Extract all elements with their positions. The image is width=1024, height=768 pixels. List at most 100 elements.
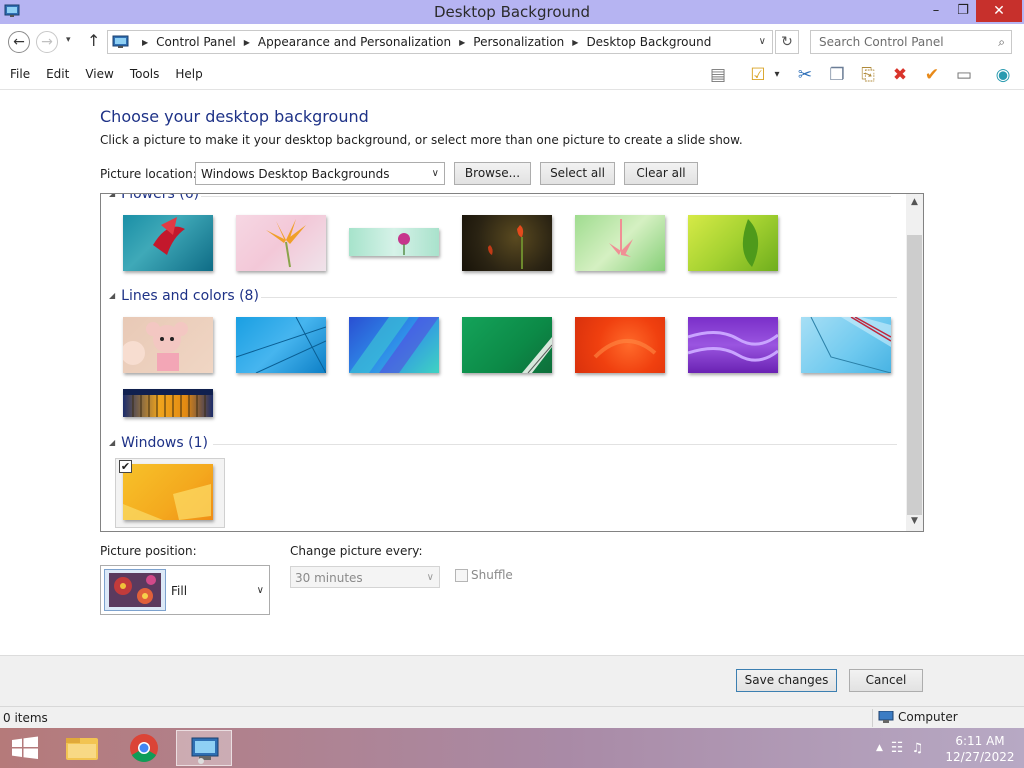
delete-icon[interactable]: ✖ (887, 63, 913, 87)
up-button[interactable]: ↑ (87, 31, 100, 50)
close-button[interactable]: ✕ (976, 0, 1022, 22)
cancel-button[interactable]: Cancel (849, 669, 923, 692)
taskbar-control-panel[interactable] (176, 730, 232, 766)
wallpaper-thumbnail[interactable] (349, 228, 439, 256)
status-bar: 0 items Computer (0, 706, 1024, 728)
status-divider (872, 709, 873, 727)
wallpaper-thumbnail[interactable] (349, 317, 439, 373)
system-clock[interactable]: 6:11 AM 12/27/2022 (940, 733, 1020, 765)
picture-location-select[interactable]: Windows Desktop Backgrounds ∨ (195, 162, 445, 185)
breadcrumb-desktop-background[interactable]: Desktop Background (586, 35, 711, 49)
paste-icon[interactable]: ⎘ (855, 63, 881, 87)
page-title: Choose your desktop background (100, 107, 369, 126)
browse-button[interactable]: Browse... (454, 162, 531, 185)
wallpaper-thumbnail[interactable] (462, 215, 552, 271)
group-divider (261, 297, 897, 298)
copy-icon[interactable]: ❐ (824, 63, 850, 87)
picture-position-value: Fill (171, 584, 188, 598)
folder-icon (66, 738, 98, 760)
leaf-image (742, 219, 759, 267)
shuffle-checkbox[interactable] (455, 569, 468, 582)
search-icon[interactable]: ⌕ (998, 35, 1005, 50)
breadcrumb-separator-icon[interactable]: ▶ (244, 38, 250, 47)
back-button[interactable]: ← (8, 31, 30, 53)
breadcrumb-control-panel[interactable]: Control Panel (156, 35, 236, 49)
volume-icon[interactable]: ♫ (911, 741, 923, 756)
group-header-windows[interactable]: ◢ Windows (1) (109, 435, 208, 451)
thumbnail-checkbox[interactable]: ✔ (119, 460, 132, 473)
layout-pane-icon[interactable]: ▤ (705, 63, 731, 87)
breadcrumb-separator-icon[interactable]: ▶ (142, 38, 148, 47)
collapse-triangle-icon: ◢ (109, 291, 116, 300)
building-image (123, 389, 213, 417)
flower-image (153, 217, 185, 255)
menu-help[interactable]: Help (169, 67, 208, 81)
clear-all-button[interactable]: Clear all (624, 162, 698, 185)
rename-icon[interactable]: ▭ (951, 63, 977, 87)
globe-icon[interactable]: ◉ (990, 63, 1016, 87)
change-picture-select[interactable]: 30 minutes ∨ (290, 566, 440, 588)
properties-icon[interactable]: ☑ (745, 63, 771, 87)
breadcrumb-separator-icon[interactable]: ▶ (459, 38, 465, 47)
group-divider (213, 444, 897, 445)
wallpaper-thumbnail[interactable] (801, 317, 891, 373)
change-picture-label: Change picture every: (290, 544, 423, 558)
scrollbar-thumb[interactable] (907, 235, 922, 515)
scroll-down-icon[interactable]: ▼ (906, 516, 923, 526)
menu-view[interactable]: View (79, 67, 119, 81)
menu-file[interactable]: File (4, 67, 36, 81)
picture-position-select[interactable]: Fill ∨ (100, 565, 270, 615)
breadcrumb-appearance-personalization[interactable]: Appearance and Personalization (258, 35, 451, 49)
cartoon-image (123, 322, 188, 371)
search-box[interactable]: ⌕ (810, 30, 1012, 54)
select-all-button[interactable]: Select all (540, 162, 615, 185)
clock-date: 12/27/2022 (945, 750, 1015, 764)
wallpaper-thumbnail[interactable] (575, 317, 665, 373)
change-picture-value: 30 minutes (295, 571, 363, 585)
group-header-flowers[interactable]: ◢ Flowers (6) (109, 194, 199, 202)
flower-preview-image (109, 573, 161, 607)
save-changes-button[interactable]: Save changes (736, 669, 837, 692)
maximize-button[interactable]: ❐ (948, 0, 978, 22)
recent-locations-button[interactable]: ▾ (66, 35, 71, 45)
wallpaper-thumbnail[interactable] (123, 464, 213, 520)
minimize-button[interactable]: – (921, 0, 951, 22)
lines-image (236, 317, 326, 373)
picture-location-value: Windows Desktop Backgrounds (201, 167, 390, 181)
taskbar-file-explorer[interactable] (56, 730, 112, 766)
show-hidden-icons-icon[interactable]: ▲ (876, 743, 883, 753)
taskbar-chrome[interactable] (116, 730, 172, 766)
refresh-button[interactable]: ↻ (775, 30, 799, 54)
breadcrumb-personalization[interactable]: Personalization (473, 35, 564, 49)
wallpaper-thumbnail[interactable] (236, 317, 326, 373)
forward-button[interactable]: → (36, 31, 58, 53)
search-input[interactable] (819, 35, 979, 49)
wallpaper-thumbnail[interactable] (688, 317, 778, 373)
menu-tools[interactable]: Tools (124, 67, 166, 81)
menu-edit[interactable]: Edit (40, 67, 75, 81)
wallpaper-thumbnail[interactable] (123, 389, 213, 417)
group-header-lines-and-colors[interactable]: ◢ Lines and colors (8) (109, 288, 259, 304)
checkmark-icon[interactable]: ✔ (919, 63, 945, 87)
breadcrumb-separator-icon[interactable]: ▶ (572, 38, 578, 47)
navigation-bar: ← → ▾ ↑ ▶ Control Panel ▶ Appearance and… (0, 24, 1024, 60)
wallpaper-thumbnail[interactable] (688, 215, 778, 271)
address-bar[interactable]: ▶ Control Panel ▶ Appearance and Persona… (107, 30, 773, 54)
wallpaper-thumbnail[interactable] (123, 215, 213, 271)
picture-position-label: Picture position: (100, 544, 197, 558)
cut-icon[interactable]: ✂ (792, 63, 818, 87)
wallpaper-thumbnail[interactable] (575, 215, 665, 271)
windows-start-icon (12, 736, 38, 759)
lines-image (810, 317, 891, 373)
control-panel-icon (112, 35, 129, 48)
picture-gallery[interactable]: ◢ Flowers (6) ◢ Lines and colors (8) ◢ W… (100, 193, 924, 532)
wallpaper-thumbnail[interactable] (236, 215, 326, 271)
dropdown-icon[interactable]: ▾ (771, 63, 783, 87)
gallery-scrollbar[interactable]: ▲ ▼ (906, 194, 923, 531)
wallpaper-thumbnail[interactable] (462, 317, 552, 373)
scroll-up-icon[interactable]: ▲ (906, 197, 923, 207)
network-icon[interactable]: ☷ (891, 740, 904, 756)
start-button[interactable] (0, 730, 56, 766)
wallpaper-thumbnail[interactable] (123, 317, 213, 373)
address-dropdown-icon[interactable]: ∨ (759, 36, 766, 47)
